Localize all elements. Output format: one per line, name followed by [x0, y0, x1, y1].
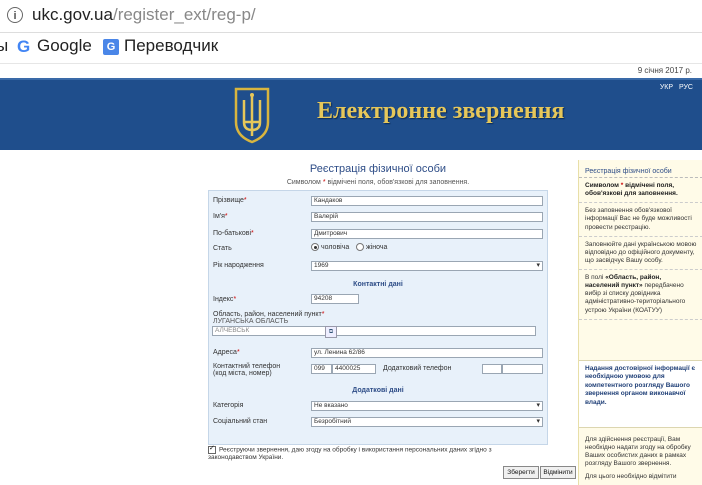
submit-button[interactable]: Зберегти [503, 466, 539, 479]
sidebar-title: Реєстрація фізичної особи [579, 160, 702, 178]
url-text[interactable]: ukc.gov.ua/register_ext/reg-p/ [32, 5, 256, 25]
index-input[interactable]: 94208 [311, 294, 359, 304]
sidebar-consent-note: Для здійснення реєстрації, Вам необхідно… [585, 436, 691, 480]
patronymic-label: По-батькові* [213, 230, 254, 237]
consent-checkbox[interactable] [208, 444, 216, 454]
surname-label: Прізвище* [213, 197, 247, 204]
category-select[interactable]: Не вказано [311, 401, 543, 411]
phone-label: Контактний телефон [213, 363, 281, 370]
sex-label: Стать [213, 245, 232, 252]
surname-input[interactable]: Кандаков [311, 196, 543, 206]
form-subtitle-suffix: відмічені поля, обов'язкові для заповнен… [327, 179, 470, 186]
social-label: Соціальний стан [213, 418, 268, 425]
address-label: Адреса* [213, 349, 240, 356]
phone-number-input[interactable]: 4400025 [332, 364, 376, 374]
phone2-label: Додатковий телефон [383, 365, 452, 372]
name-input[interactable]: Валерій [311, 212, 543, 222]
url-host: ukc.gov.ua [32, 5, 113, 24]
bookmark-google[interactable]: Google [37, 36, 92, 56]
phone2-number-input[interactable] [502, 364, 543, 374]
section-contacts: Контактні дані [353, 281, 403, 288]
coat-of-arms-icon [234, 87, 270, 144]
phone2-code-input[interactable] [482, 364, 502, 374]
form-subtitle: Символом * відмічені поля, обов'язкові д… [208, 179, 548, 186]
translate-icon[interactable]: G [103, 39, 119, 55]
page-date: 9 січня 2017 р. [637, 66, 692, 75]
registration-form: Реєстрація фізичної особи Символом * від… [208, 155, 548, 445]
consent-text: Реєструючи звернення, даю згоду на оброб… [208, 446, 492, 461]
info-icon[interactable]: i [7, 7, 23, 23]
language-switch: УКР РУС [656, 84, 693, 91]
sex-male-radio[interactable]: чоловіча [311, 243, 349, 251]
index-label: Індекс* [213, 296, 237, 303]
help-sidebar: Реєстрація фізичної особи Символом * від… [578, 160, 702, 485]
birth-year-select[interactable]: 1969 [311, 261, 543, 271]
name-label: Ім'я* [213, 213, 228, 220]
page-title: Електронне звернення [317, 98, 565, 124]
bookmarks-bar: ы G Google G Переводчик [0, 33, 702, 64]
region-lookup-icon[interactable]: ⧉ [325, 326, 337, 338]
url-path: /register_ext/reg-p/ [112, 5, 256, 24]
lang-rus[interactable]: РУС [679, 84, 693, 91]
address-bar[interactable]: i ukc.gov.ua/register_ext/reg-p/ [0, 0, 702, 33]
sidebar-region-note: В полі «Область, район, населений пункт»… [579, 270, 702, 320]
form-subtitle-star: * [322, 179, 326, 186]
patronymic-input[interactable]: Дмитрович [311, 229, 543, 239]
bookmark-translator[interactable]: Переводчик [124, 36, 218, 56]
address-input[interactable]: ул. Ленина 62/86 [311, 348, 543, 358]
phone-code-input[interactable]: 099 [311, 364, 332, 374]
social-select[interactable]: Безробітний [311, 417, 543, 427]
region-value-oblast: ЛУГАНСЬКА ОБЛАСТЬ [213, 318, 289, 325]
consent-row[interactable]: Реєструючи звернення, даю згоду на оброб… [208, 444, 540, 461]
lang-ukr[interactable]: УКР [660, 84, 673, 91]
google-icon[interactable]: G [17, 37, 30, 57]
header-banner: УКР РУС Електронне звернення [0, 78, 702, 150]
category-label: Категорія [213, 402, 244, 409]
cancel-button[interactable]: Відмінити [540, 466, 576, 479]
bookmark-clipped[interactable]: ы [0, 36, 8, 56]
region-label: Область, район, населений пункт* [213, 311, 325, 318]
sidebar-mandatory-note: Без заповнення обов'язкової інформації В… [579, 203, 702, 237]
form-subtitle-prefix: Символом [286, 179, 321, 186]
form-title: Реєстрація фізичної особи [309, 163, 447, 175]
sex-female-radio[interactable]: жіноча [356, 243, 387, 251]
sidebar-required-note: Символом * відмічені поля, обов'язкові д… [579, 178, 702, 204]
phone-sublabel: (код міста, номер) [213, 370, 272, 377]
section-additional: Додаткові дані [352, 387, 404, 394]
region-input[interactable]: АЛЧЕВСЬК [212, 326, 536, 336]
sidebar-info-box: Надання достовірної інформації є необхід… [579, 360, 702, 428]
birth-year-label: Рік народження [213, 262, 264, 269]
sidebar-language-note: Заповнюйте дані українською мовою відпов… [579, 237, 702, 270]
